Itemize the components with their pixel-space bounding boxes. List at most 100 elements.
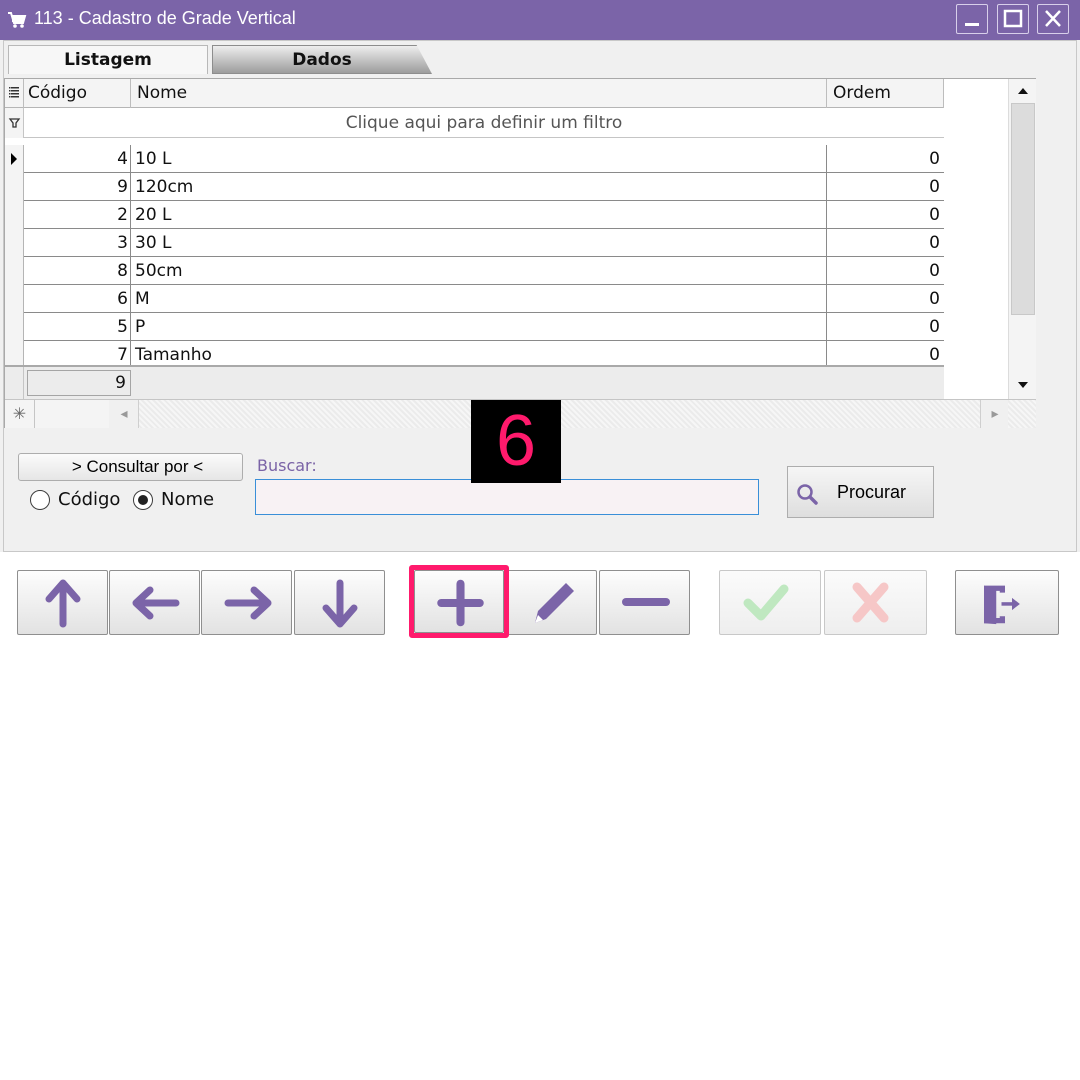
column-chooser-icon[interactable] <box>5 79 24 108</box>
last-record-button[interactable] <box>294 570 385 635</box>
cell-nome[interactable]: P <box>131 313 827 341</box>
maximize-icon <box>1003 9 1023 28</box>
exit-button[interactable] <box>955 570 1059 635</box>
cell-nome[interactable]: M <box>131 285 827 313</box>
record-count: 9 <box>27 370 131 396</box>
table-row[interactable]: 7 Tamanho 0 <box>5 341 944 365</box>
table-row[interactable]: 8 50cm 0 <box>5 257 944 285</box>
radio-codigo[interactable] <box>30 490 50 510</box>
title-bar: 113 - Cadastro de Grade Vertical <box>0 0 1080 40</box>
edit-record-button[interactable] <box>506 570 597 635</box>
cell-codigo[interactable]: 6 <box>24 285 131 313</box>
cell-codigo[interactable]: 7 <box>24 341 131 365</box>
scroll-up-icon[interactable] <box>1015 83 1031 99</box>
pencil-icon <box>535 583 574 623</box>
cell-codigo[interactable]: 4 <box>24 145 131 173</box>
x-icon <box>852 582 889 623</box>
window-title: 113 - Cadastro de Grade Vertical <box>34 8 296 28</box>
cell-codigo[interactable]: 8 <box>24 257 131 285</box>
close-icon <box>1045 10 1061 27</box>
footer-indicator <box>5 367 24 399</box>
grid-header: Código Nome Ordem <box>5 79 944 108</box>
grid-rows: 4 10 L 0 9 120cm 0 2 20 L 0 3 30 L 0 8 5… <box>5 145 944 365</box>
row-indicator <box>5 229 24 257</box>
filter-hint[interactable]: Clique aqui para definir um filtro <box>24 108 944 138</box>
minimize-button[interactable] <box>956 4 988 34</box>
buscar-label: Buscar: <box>257 456 317 475</box>
grid-footer: 9 <box>5 365 944 399</box>
data-grid: Código Nome Ordem Clique aqui para defin… <box>4 78 1036 428</box>
radio-nome[interactable] <box>133 490 153 510</box>
filter-row[interactable]: Clique aqui para definir um filtro <box>5 108 944 138</box>
confirm-button[interactable] <box>719 570 821 635</box>
row-pointer-icon <box>5 145 24 173</box>
column-header-codigo[interactable]: Código <box>24 79 131 108</box>
table-row[interactable]: 3 30 L 0 <box>5 229 944 257</box>
scroll-left-icon: ◂ <box>120 406 128 422</box>
column-header-ordem[interactable]: Ordem <box>827 79 944 108</box>
row-indicator <box>5 313 24 341</box>
cell-ordem[interactable]: 0 <box>827 257 944 285</box>
cell-ordem[interactable]: 0 <box>827 229 944 257</box>
maximize-button[interactable] <box>997 4 1029 34</box>
close-button[interactable] <box>1037 4 1069 34</box>
table-row[interactable]: 5 P 0 <box>5 313 944 341</box>
scroll-right-button[interactable]: ▸ <box>980 400 1008 428</box>
cancel-button[interactable] <box>824 570 927 635</box>
row-indicator <box>5 257 24 285</box>
radio-nome-label[interactable]: Nome <box>161 488 214 512</box>
tab-dados[interactable]: Dados <box>212 45 432 74</box>
scroll-right-icon: ▸ <box>991 406 999 422</box>
minus-icon <box>622 598 670 606</box>
add-button-highlight <box>409 565 509 638</box>
first-record-button[interactable] <box>17 570 108 635</box>
step-number-badge: 6 <box>471 400 561 483</box>
scroll-left-button[interactable]: ◂ <box>109 400 139 428</box>
procurar-label: Procurar <box>837 482 907 502</box>
right-arrow-icon <box>224 586 272 620</box>
cell-nome[interactable]: 20 L <box>131 201 827 229</box>
cell-ordem[interactable]: 0 <box>827 173 944 201</box>
cell-ordem[interactable]: 0 <box>827 313 944 341</box>
delete-record-button[interactable] <box>599 570 690 635</box>
cell-ordem[interactable]: 0 <box>827 341 944 365</box>
cell-nome[interactable]: 120cm <box>131 173 827 201</box>
down-arrow-icon <box>322 579 358 628</box>
consultar-por-button[interactable]: > Consultar por < <box>18 453 243 481</box>
row-indicator <box>5 201 24 229</box>
vertical-scrollbar[interactable] <box>1008 79 1036 399</box>
next-record-button[interactable] <box>201 570 292 635</box>
cell-codigo[interactable]: 5 <box>24 313 131 341</box>
cell-nome[interactable]: 50cm <box>131 257 827 285</box>
scroll-down-icon[interactable] <box>1015 377 1031 393</box>
cell-nome[interactable]: 10 L <box>131 145 827 173</box>
column-header-nome[interactable]: Nome <box>131 79 827 108</box>
cell-ordem[interactable]: 0 <box>827 285 944 313</box>
procurar-button[interactable]: Procurar <box>787 466 934 518</box>
scrollbar-thumb[interactable] <box>1011 103 1035 315</box>
cell-codigo[interactable]: 3 <box>24 229 131 257</box>
cell-nome[interactable]: Tamanho <box>131 341 827 365</box>
cell-ordem[interactable]: 0 <box>827 145 944 173</box>
horizontal-scrollbar[interactable]: ◂ ▸ <box>109 400 1036 428</box>
previous-record-button[interactable] <box>109 570 200 635</box>
new-row-icon[interactable]: ✳ <box>5 400 35 428</box>
cell-nome[interactable]: 30 L <box>131 229 827 257</box>
search-input[interactable] <box>255 479 759 515</box>
search-icon <box>797 484 818 505</box>
minimize-icon <box>965 23 979 26</box>
cart-icon <box>8 12 27 28</box>
check-icon <box>743 584 789 621</box>
left-arrow-icon <box>132 586 180 620</box>
cell-ordem[interactable]: 0 <box>827 201 944 229</box>
table-row[interactable]: 2 20 L 0 <box>5 201 944 229</box>
row-indicator <box>5 173 24 201</box>
cell-codigo[interactable]: 9 <box>24 173 131 201</box>
tab-listagem[interactable]: Listagem <box>8 45 208 74</box>
table-row[interactable]: 4 10 L 0 <box>5 145 944 173</box>
table-row[interactable]: 6 M 0 <box>5 285 944 313</box>
navigation-toolbar <box>0 552 1080 642</box>
table-row[interactable]: 9 120cm 0 <box>5 173 944 201</box>
cell-codigo[interactable]: 2 <box>24 201 131 229</box>
radio-codigo-label[interactable]: Código <box>58 488 120 512</box>
